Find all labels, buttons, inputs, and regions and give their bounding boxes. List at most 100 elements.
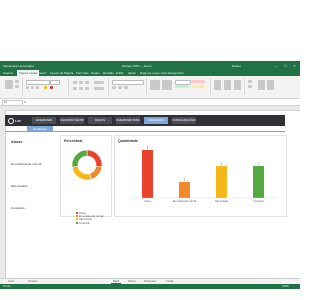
close-icon[interactable]: × [292,63,297,68]
bold-icon[interactable] [26,86,29,89]
autosave-label[interactable]: Salvamento automático [3,64,34,68]
align-center-icon[interactable] [79,87,83,90]
bar-category-atraso: Atraso [144,200,151,203]
tab-layout[interactable]: Layout da Página [50,71,73,75]
nav-dashboard[interactable]: DASHBOARD [32,117,56,124]
donut-legend: Atraso Em andamento normal Não iniciado … [76,212,103,225]
status-panel: Atraso 27,27% Em andamento normal 18,18%… [8,135,58,278]
ribbon-group-font [24,78,69,95]
minimize-icon[interactable]: – [274,63,279,68]
tab-ajuda[interactable]: Ajuda [128,71,136,75]
donut-slice-nao-iniciado [71,165,92,181]
status-value-concluido: 27,27% [26,214,40,218]
find-select-icon[interactable] [267,80,274,90]
sheet-tab-5[interactable]: Config [166,280,174,283]
status-ready: Pronto [3,285,11,288]
font-color-icon[interactable] [50,86,53,89]
ribbon-group-styles [148,78,211,95]
style-bad[interactable] [191,80,205,83]
bar-value-nao-iniciado: 2 [221,162,223,166]
tab-revisao[interactable]: Revisão [103,71,114,75]
fill-color-icon[interactable] [44,86,47,89]
sheet-tab-0[interactable]: Início [8,280,14,283]
row-headers[interactable] [0,110,6,278]
align-bottom-icon[interactable] [85,81,89,84]
bar-atraso [142,150,153,198]
status-value-atraso: 27,27% [26,148,40,152]
status-label-atraso: Atraso [11,140,23,144]
tell-me-search[interactable]: Diga-me o que você deseja fazer [140,71,184,75]
status-bar: Pronto 100% [0,284,300,289]
align-top-icon[interactable] [73,81,77,84]
tab-inserir[interactable]: Inserir [38,71,46,75]
italic-icon[interactable] [31,86,34,89]
style-neutral[interactable] [191,85,205,88]
paste-icon[interactable] [5,80,13,89]
align-left-icon[interactable] [73,87,77,90]
tab-dados[interactable]: Dados [91,71,100,75]
status-label-concluido: Concluído [11,206,25,210]
comma-icon[interactable] [124,86,128,89]
donut-title: Percentual [64,139,83,143]
delete-cells-icon[interactable] [224,80,231,90]
merge-center-icon[interactable] [94,87,104,90]
user-name[interactable]: Rafael [232,64,241,68]
subtab-underline [5,131,285,132]
ribbon-group-editing [246,78,276,95]
sheet-tab-3[interactable]: Riscos [128,280,136,283]
excel-window: Salvamento automático Modelo PMO — Excel… [0,61,300,289]
nav-cadastro-projetos[interactable]: CADASTRO DE PROJETOS [60,117,84,124]
sheet-tab-4[interactable]: Financeiro [144,280,156,283]
percent-icon[interactable] [118,86,122,89]
font-family-select[interactable] [26,80,50,85]
bar-chart: 3 Atraso 1 Em andamento normal 2 Não iniciado… [129,146,277,203]
tab-formulas[interactable]: Fórmulas [76,71,89,75]
maximize-icon[interactable]: □ [283,63,288,68]
tab-arquivo[interactable]: Arquivo [3,71,13,75]
format-as-table-icon[interactable] [162,80,172,90]
logo: LUZ [8,118,21,124]
fx-icon[interactable]: fx [24,100,26,104]
underline-icon[interactable] [36,86,39,89]
autosum-icon[interactable] [248,80,252,83]
copy-icon[interactable] [15,85,19,88]
legend-swatch-atraso [76,212,78,214]
legend-swatch-concluido [76,221,78,224]
nav-financeiro[interactable]: FINANCEIRO [144,117,168,124]
legend-swatch-nao-iniciado [76,218,78,221]
ribbon [0,76,300,99]
format-cells-icon[interactable] [234,80,241,90]
legend-swatch-andamento [76,215,78,218]
insert-cells-icon[interactable] [214,80,221,90]
align-right-icon[interactable] [85,87,89,90]
style-good[interactable] [175,85,189,88]
nav-configuracoes[interactable]: CONFIGURAÇÕES [172,117,196,124]
fill-icon[interactable] [248,85,252,88]
tab-exibir[interactable]: Exibir [116,71,124,75]
sort-filter-icon[interactable] [258,80,265,90]
wrap-text-icon[interactable] [94,81,104,84]
number-format-select[interactable] [112,80,144,85]
currency-icon[interactable] [112,86,116,89]
bar-category-em-andamento-normal: Em andamento normal [173,200,197,203]
nav-riscos[interactable]: RISCOS [88,117,112,124]
bar-value-concluido: 2 [258,162,260,166]
bar-concluido [253,166,264,198]
zoom-level[interactable]: 100% [282,285,289,288]
conditional-format-icon[interactable] [150,80,160,90]
legend-item-concluido: Concluído [76,221,103,225]
donut-slice-em-andamento-normal [89,165,103,180]
ribbon-group-cells [212,78,245,95]
bar-category-nao-iniciado: Não iniciado [215,200,228,203]
donut-panel: Percentual Atraso Em andamento normal Nã… [60,135,112,225]
nav-dashboard-riscos[interactable]: DASHBOARD RISCOS [116,117,140,124]
bar-value-em-andamento-normal: 1 [184,178,186,182]
ribbon-group-alignment [70,78,109,95]
cut-icon[interactable] [15,80,19,83]
legend-label-concluido: Concluído [79,221,90,225]
status-value-andamento: 18,18% [26,170,40,174]
font-size-select[interactable] [50,80,60,85]
sheet-tab-1[interactable]: Projetos [28,280,38,283]
column-headers[interactable] [0,106,300,111]
align-middle-icon[interactable] [79,81,83,84]
